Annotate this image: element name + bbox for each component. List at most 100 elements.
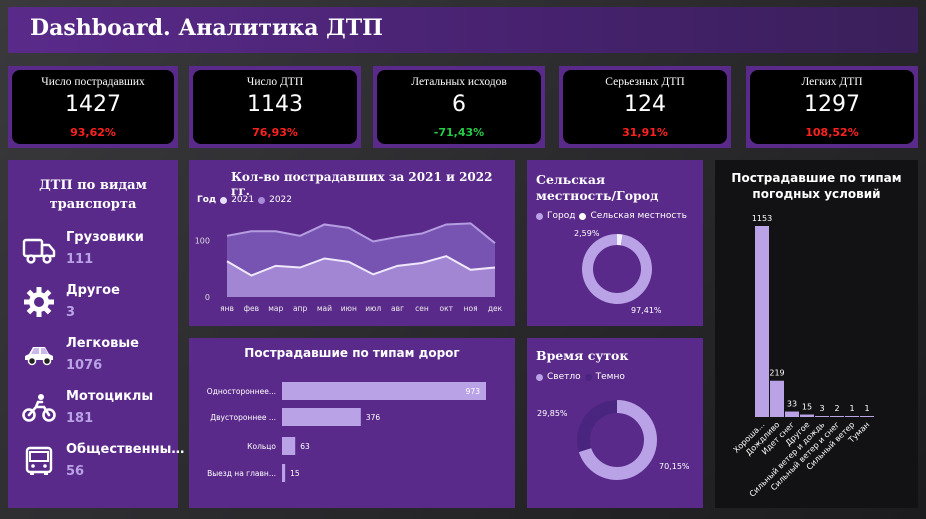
bar-value-label: 33 [787, 400, 797, 409]
rural-city-slice [581, 234, 652, 304]
weather-bar [830, 416, 844, 417]
kpi-card-fatal[interactable]: Летальных исходов 6 -71,43% [373, 66, 545, 148]
bar-value-label: 973 [466, 387, 481, 396]
kpi-value: 1427 [65, 92, 121, 117]
rural-city-donut: 2,59% 97,41% [574, 229, 662, 315]
bar-category-label: Кольцо [247, 442, 276, 451]
weather-bar [785, 411, 799, 417]
x-tick-label: июл [365, 304, 381, 313]
area-chart: 100 0 янв фев мар апр май июн июл авг сен окт ноя дек [195, 222, 503, 313]
vehicle-name: Легковые [66, 336, 139, 351]
kpi-label: Легких ДТП [801, 76, 863, 88]
vehicle-name: Мотоциклы [66, 389, 154, 404]
road-types-chart: Одностороннее... 973 Двустороннее ... 376 Ко… [207, 382, 486, 482]
vehicle-count: 181 [66, 411, 94, 426]
weather-panel: Пострадавшие по типам погодных условий 1… [715, 160, 918, 508]
vehicle-count: 56 [66, 464, 85, 479]
victims-by-year-panel: Кол-во пострадавших за 2021 и 2022 гг. Г… [189, 160, 515, 326]
x-tick-label: июн [341, 304, 357, 313]
road-bar [282, 464, 286, 482]
weather-chart: 1153Хороша...219Дождливо33Идет снег15Дру… [732, 214, 874, 499]
kpi-label: Число ДТП [246, 76, 304, 88]
weather-bar [800, 414, 814, 417]
bar-value-label: 219 [769, 369, 784, 378]
kpi-label: Число пострадавших [41, 76, 145, 88]
time-of-day-donut: 29,85% 70,15% [537, 400, 690, 480]
kpi-percent: 76,93% [252, 126, 298, 139]
time-of-day-panel: Время суток Светло Темно 29,85% 70,15% [527, 338, 703, 508]
kpi-value: 1143 [247, 92, 303, 117]
bar-value-label: 1 [849, 404, 854, 413]
vehicle-item-motorcycles[interactable]: Мотоциклы 181 [22, 389, 192, 433]
slice-label-dark: 29,85% [537, 409, 568, 418]
truck-icon [22, 238, 56, 264]
gear-icon [24, 287, 54, 317]
vehicle-panel-title: ДТП по видам транспорта [39, 178, 147, 212]
vehicle-name: Общественный... [66, 442, 192, 457]
x-tick-label: фев [244, 304, 259, 313]
y-tick-label: 100 [195, 236, 210, 245]
vehicle-name: Другое [66, 283, 120, 298]
motorcycle-icon [22, 394, 56, 422]
bar-value-label: 1 [864, 404, 869, 413]
road-bar [282, 382, 486, 400]
x-tick-label: дек [488, 304, 503, 313]
slice-label-light: 70,15% [659, 462, 690, 471]
kpi-percent: 93,62% [70, 126, 116, 139]
slice-label-rural: 2,59% [574, 229, 600, 238]
vehicle-count: 3 [66, 305, 76, 320]
vehicle-count: 111 [66, 252, 94, 267]
vehicle-item-public[interactable]: Общественный... 56 [22, 442, 192, 486]
kpi-percent: 31,91% [622, 126, 668, 139]
weather-bar [770, 380, 784, 417]
weather-bar [860, 416, 874, 417]
kpi-card-accidents[interactable]: Число ДТП 1143 76,93% [189, 66, 361, 148]
page-title: Dashboard. Аналитика ДТП [30, 15, 383, 41]
bar-category-label: Одностороннее... [207, 387, 276, 396]
kpi-value: 1297 [804, 92, 860, 117]
time-of-day-slice [577, 400, 617, 453]
vehicle-item-trucks[interactable]: Грузовики 111 [22, 230, 192, 274]
vehicle-count: 1076 [66, 358, 103, 373]
header-bar: Dashboard. Аналитика ДТП [8, 7, 918, 53]
x-tick-label: окт [440, 304, 454, 313]
road-bar [282, 437, 296, 455]
x-tick-label: май [317, 304, 332, 313]
vehicle-types-panel: ДТП по видам транспорта Грузовики 111 Др… [8, 160, 192, 508]
vehicle-name: Грузовики [66, 230, 144, 245]
bar-value-label: 376 [366, 413, 381, 422]
vehicle-item-cars[interactable]: Легковые 1076 [22, 336, 192, 380]
kpi-label: Серьезных ДТП [605, 76, 685, 88]
bar-value-label: 2 [834, 404, 839, 413]
road-bar [282, 408, 361, 426]
kpi-value: 124 [624, 92, 666, 117]
x-tick-label: янв [220, 304, 234, 313]
weather-bar [845, 416, 859, 417]
weather-bar [755, 226, 769, 417]
kpi-percent: 108,52% [805, 126, 859, 139]
bar-value-label: 63 [300, 442, 310, 451]
bar-value-label: 15 [802, 403, 812, 412]
bar-value-label: 3 [819, 404, 824, 413]
rural-city-panel: Сельская местность/Город Город Сельская … [527, 160, 703, 326]
weather-bar [815, 416, 829, 417]
x-tick-label: сен [415, 304, 429, 313]
x-tick-label: ноя [464, 304, 478, 313]
slice-label-city: 97,41% [631, 306, 662, 315]
x-tick-label: мар [268, 304, 283, 313]
kpi-value: 6 [452, 92, 466, 117]
x-tick-label: авг [391, 304, 404, 313]
kpi-label: Летальных исходов [411, 76, 507, 88]
x-tick-label: апр [293, 304, 307, 313]
kpi-card-serious[interactable]: Серьезных ДТП 124 31,91% [559, 66, 731, 148]
kpi-card-victims[interactable]: Число пострадавших 1427 93,62% [8, 66, 178, 148]
y-tick-label: 0 [205, 293, 210, 302]
kpi-card-light[interactable]: Легких ДТП 1297 108,52% [746, 66, 918, 148]
car-icon [25, 347, 53, 366]
bar-category-label: Двустороннее ... [210, 413, 276, 422]
bar-value-label: 15 [290, 469, 300, 478]
bus-icon [25, 446, 53, 475]
road-types-panel: Пострадавшие по типам дорог Односторонне… [189, 338, 515, 508]
kpi-percent: -71,43% [433, 126, 485, 139]
vehicle-item-other[interactable]: Другое 3 [22, 283, 192, 327]
